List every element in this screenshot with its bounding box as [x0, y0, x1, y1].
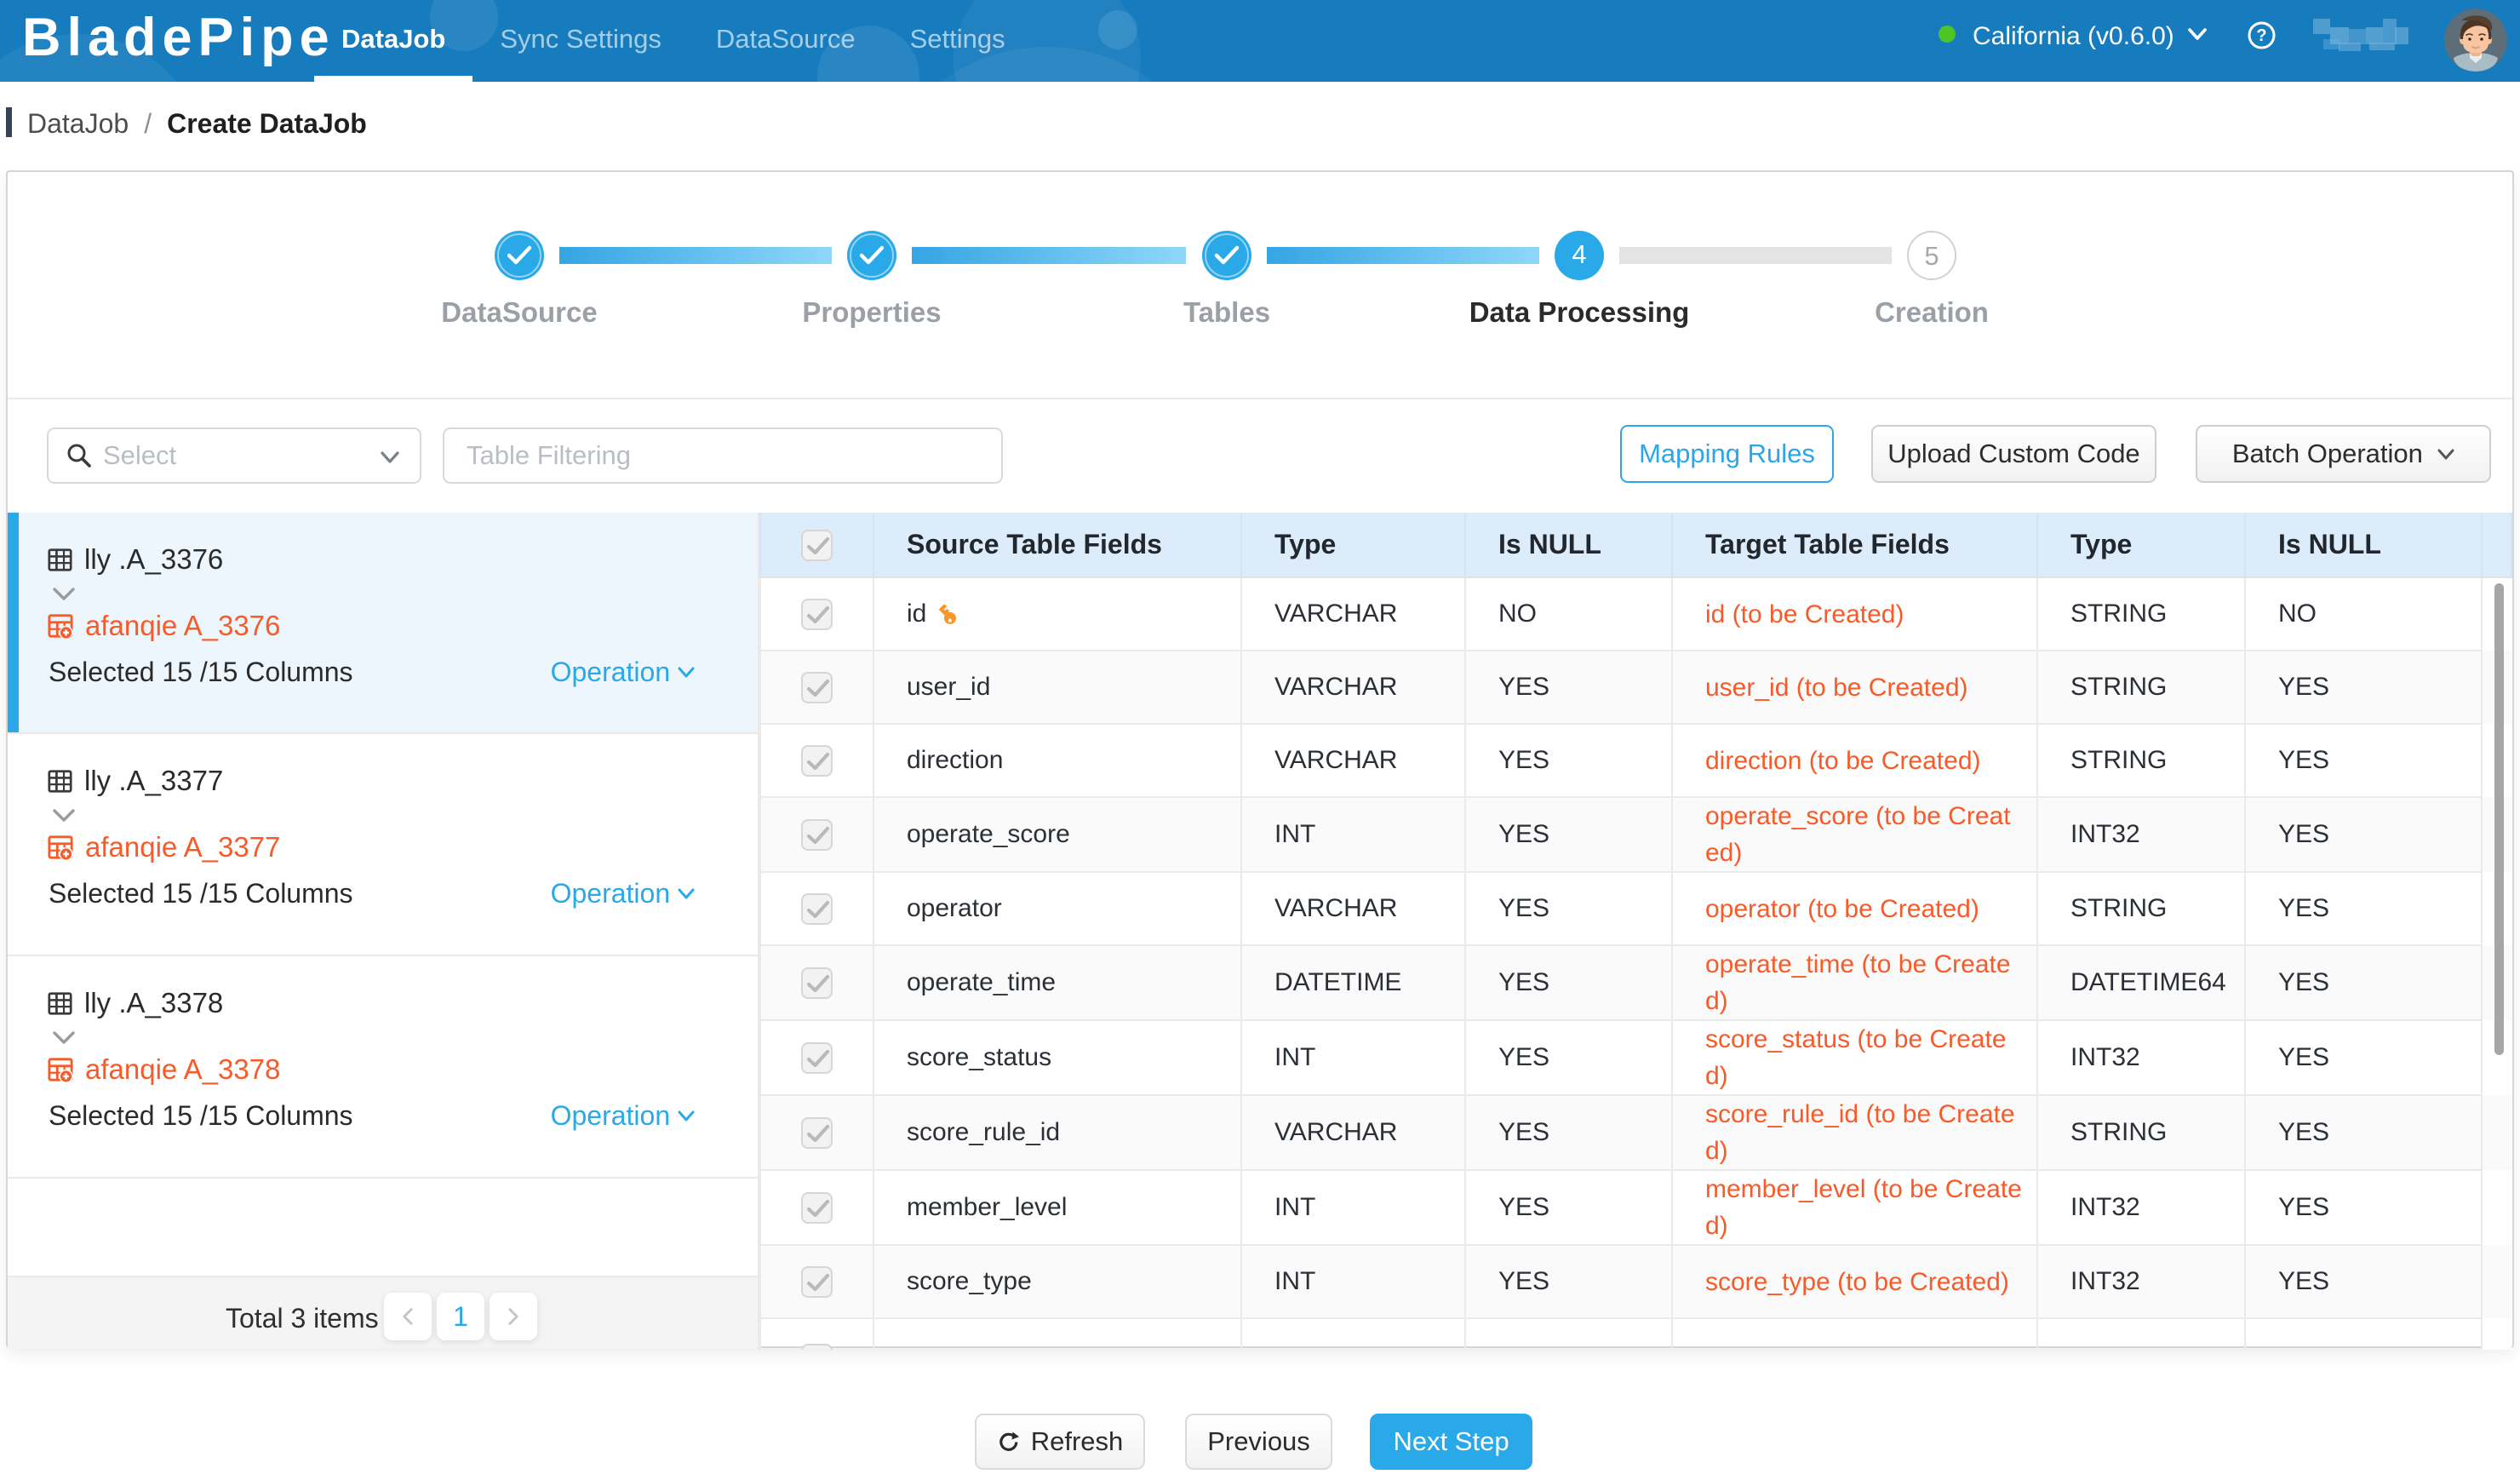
svg-text:?: ? [2256, 26, 2266, 45]
